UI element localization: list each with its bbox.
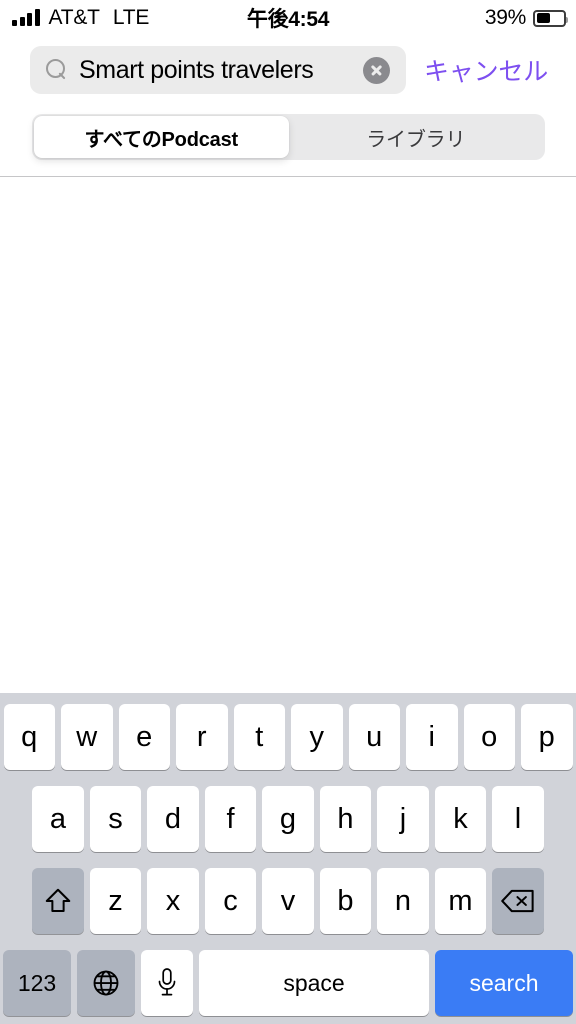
- key-m[interactable]: m: [434, 868, 487, 934]
- backspace-icon[interactable]: [492, 868, 544, 934]
- key-j[interactable]: j: [377, 786, 429, 852]
- segmented-control: すべてのPodcast ライブラリ: [32, 114, 545, 160]
- key-c[interactable]: c: [204, 868, 257, 934]
- key-f[interactable]: f: [204, 786, 257, 852]
- key-g[interactable]: g: [262, 786, 314, 852]
- key-a[interactable]: a: [32, 786, 84, 852]
- keyboard-row-4: 123 space search: [0, 950, 576, 1016]
- status-bar-right: 39%: [484, 0, 568, 36]
- key-n[interactable]: n: [377, 868, 429, 934]
- tab-all-podcasts[interactable]: すべてのPodcast: [34, 116, 289, 158]
- key-h[interactable]: h: [319, 786, 372, 852]
- key-b[interactable]: b: [319, 868, 372, 934]
- key-x[interactable]: x: [147, 868, 199, 934]
- key-p[interactable]: p: [521, 704, 573, 770]
- tab-library[interactable]: ライブラリ: [289, 116, 544, 158]
- key-s[interactable]: s: [89, 786, 142, 852]
- key-q[interactable]: q: [3, 704, 55, 770]
- search-input-value: Smart points travelers: [79, 55, 314, 84]
- key-d[interactable]: d: [147, 786, 199, 852]
- search-bar: Smart points travelers キャンセル: [0, 46, 576, 98]
- clear-icon[interactable]: [363, 56, 390, 84]
- battery-percent-label: 39%: [484, 6, 526, 29]
- key-o[interactable]: o: [463, 704, 515, 770]
- battery-icon: [533, 9, 568, 27]
- key-y[interactable]: y: [291, 704, 343, 770]
- search-results-area: [0, 177, 576, 693]
- globe-icon[interactable]: [77, 950, 135, 1016]
- status-bar: AT&T LTE 午後4:54 39%: [0, 0, 576, 36]
- key-w[interactable]: w: [61, 704, 113, 770]
- search-key[interactable]: search: [435, 950, 573, 1016]
- numeric-mode-key[interactable]: 123: [3, 950, 71, 1016]
- key-r[interactable]: r: [176, 704, 228, 770]
- key-i[interactable]: i: [406, 704, 458, 770]
- keyboard-row-2: a s d f g h j k l: [0, 786, 576, 852]
- space-key[interactable]: space: [199, 950, 429, 1016]
- key-e[interactable]: e: [118, 704, 170, 770]
- microphone-icon[interactable]: [141, 950, 193, 1016]
- onscreen-keyboard: q w e r t y u i o p a s d f g h j k l z …: [0, 693, 576, 1024]
- key-l[interactable]: l: [492, 786, 544, 852]
- key-k[interactable]: k: [434, 786, 487, 852]
- key-t[interactable]: t: [233, 704, 285, 770]
- keyboard-row-3: z x c v b n m: [0, 868, 576, 934]
- shift-icon[interactable]: [32, 868, 84, 934]
- search-icon: [46, 59, 68, 81]
- cancel-button[interactable]: キャンセル: [424, 46, 548, 94]
- key-z[interactable]: z: [89, 868, 142, 934]
- search-input[interactable]: Smart points travelers: [30, 46, 406, 94]
- keyboard-row-1: q w e r t y u i o p: [0, 704, 576, 770]
- key-v[interactable]: v: [262, 868, 314, 934]
- key-u[interactable]: u: [348, 704, 400, 770]
- app-screen: AT&T LTE 午後4:54 39% Smart points travele…: [0, 0, 576, 1024]
